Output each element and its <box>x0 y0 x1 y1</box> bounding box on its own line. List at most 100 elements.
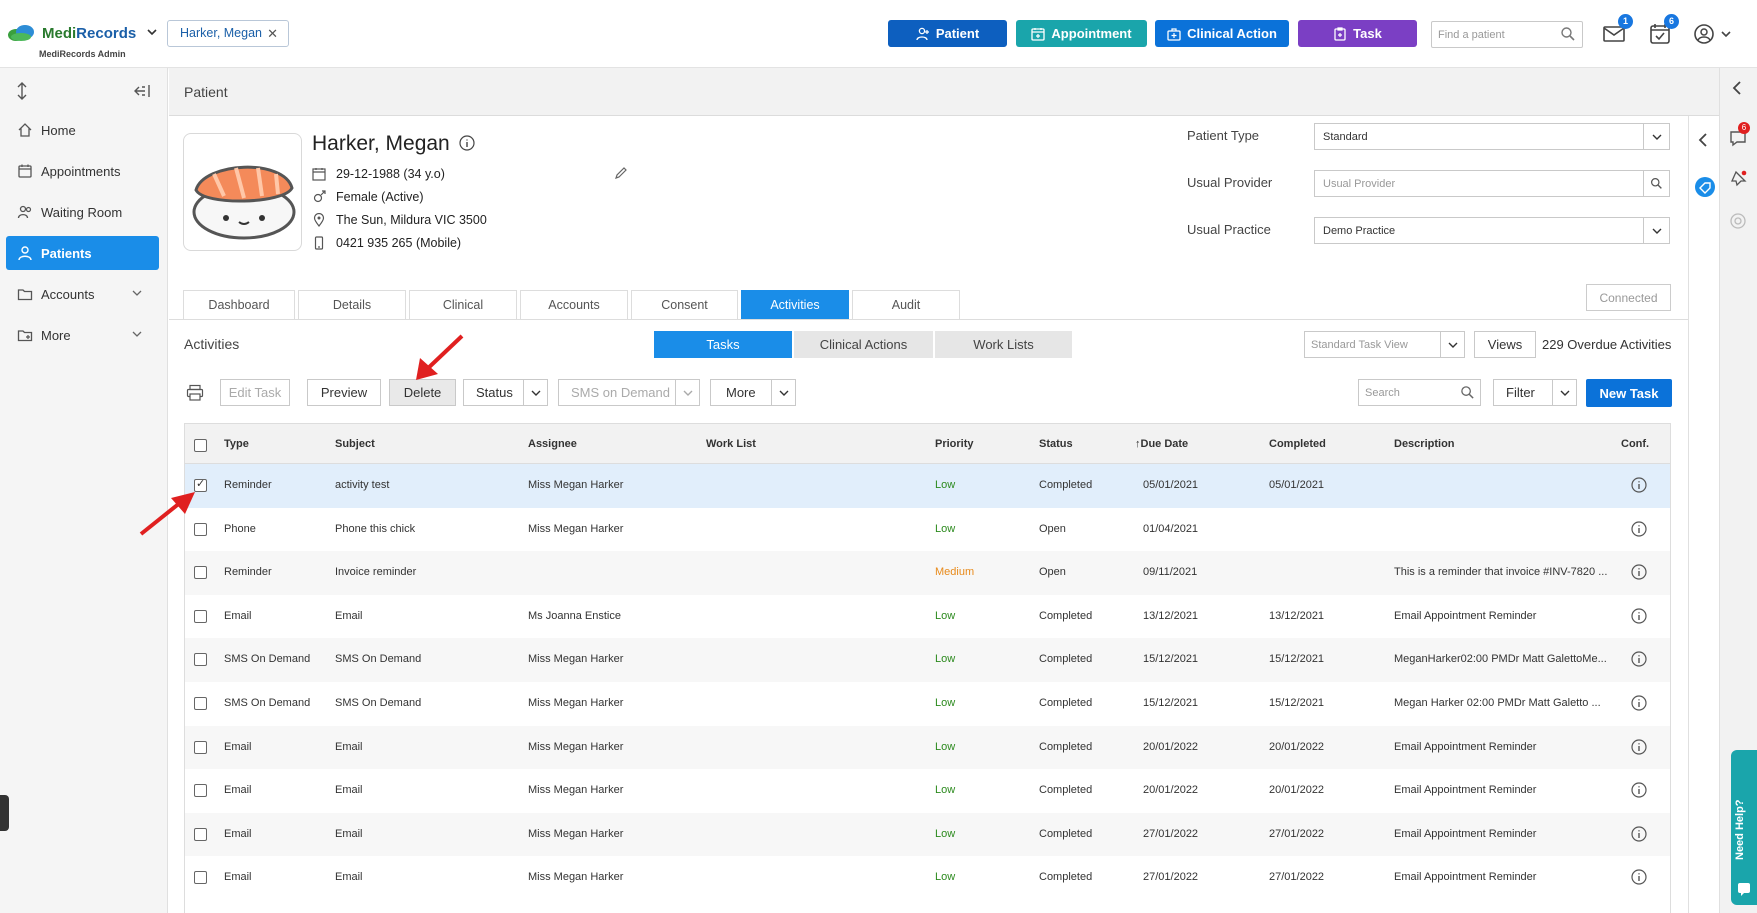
table-row[interactable]: Phone Phone this chick Miss Megan Harker Lo… <box>185 508 1670 552</box>
sidebar-item-accounts[interactable]: Accounts <box>6 277 159 311</box>
tag-icon[interactable] <box>1694 176 1716 198</box>
tab-activities[interactable]: Activities <box>741 290 849 319</box>
open-patient-chip[interactable]: Harker, Megan ✕ <box>167 20 289 47</box>
column-header-description[interactable]: Description <box>1394 438 1455 450</box>
table-row[interactable]: SMS On Demand SMS On Demand Miss Megan Har… <box>185 638 1670 682</box>
new-appointment-button[interactable]: Appointment <box>1016 20 1147 47</box>
usual-provider-input[interactable]: Usual Provider <box>1314 170 1670 197</box>
tab-clinical[interactable]: Clinical <box>409 290 517 319</box>
column-header-assignee[interactable]: Assignee <box>528 438 577 450</box>
usual-practice-select[interactable]: Demo Practice <box>1314 217 1670 244</box>
search-icon[interactable] <box>1460 385 1475 400</box>
user-menu-button[interactable] <box>1692 22 1732 46</box>
messages-button[interactable]: 1 <box>1601 14 1633 46</box>
table-row[interactable]: Email Email Miss Megan Harker Low Completed 2… <box>185 856 1670 900</box>
new-clinical-action-button[interactable]: Clinical Action <box>1155 20 1289 47</box>
expand-vertical-icon[interactable] <box>15 82 29 100</box>
tab-audit[interactable]: Audit <box>852 290 960 319</box>
info-icon[interactable] <box>1631 477 1647 493</box>
table-row[interactable]: Email Email Miss Megan Harker Low Completed 2… <box>185 725 1670 770</box>
left-edge-tab[interactable] <box>0 795 9 831</box>
info-icon[interactable] <box>1631 608 1647 624</box>
info-icon[interactable] <box>1631 651 1647 667</box>
chevron-left-icon[interactable] <box>1696 132 1710 148</box>
task-search-input[interactable]: Search <box>1358 379 1481 406</box>
column-header-priority[interactable]: Priority <box>935 438 974 450</box>
tab-accounts[interactable]: Accounts <box>520 290 628 319</box>
info-icon[interactable] <box>1631 738 1647 755</box>
row-checkbox[interactable] <box>194 740 207 754</box>
info-icon[interactable] <box>1631 826 1647 842</box>
new-task-button[interactable]: New Task <box>1586 379 1672 407</box>
filter-dropdown[interactable]: Filter <box>1493 379 1577 406</box>
info-icon[interactable] <box>1631 782 1647 798</box>
segment-work-lists[interactable]: Work Lists <box>935 331 1074 358</box>
chevron-down-icon[interactable] <box>1440 332 1464 357</box>
collapse-sidebar-icon[interactable] <box>134 84 150 98</box>
chevron-left-icon[interactable] <box>1730 80 1744 96</box>
sidebar-item-appointments[interactable]: Appointments <box>6 154 159 188</box>
print-icon[interactable] <box>186 384 204 402</box>
info-icon[interactable] <box>1631 869 1647 885</box>
edit-pen-icon[interactable] <box>614 166 628 180</box>
info-icon[interactable] <box>1631 520 1647 537</box>
chevron-down-icon[interactable] <box>1643 218 1669 243</box>
segment-clinical-actions[interactable]: Clinical Actions <box>794 331 935 358</box>
search-icon[interactable] <box>1560 26 1576 42</box>
row-checkbox[interactable] <box>194 827 207 841</box>
table-row[interactable]: Email Email Ms Joanna Enstice Low Completed 1… <box>185 595 1670 639</box>
row-checkbox[interactable] <box>194 522 207 536</box>
sidebar-item-patients[interactable]: Patients <box>6 236 159 270</box>
delete-button[interactable]: Delete <box>389 379 456 406</box>
info-icon[interactable] <box>1631 564 1647 580</box>
column-header-work-list[interactable]: Work List <box>706 438 756 450</box>
sidebar-item-waiting-room[interactable]: Waiting Room <box>6 195 159 229</box>
patient-type-select[interactable]: Standard <box>1314 123 1670 150</box>
info-icon[interactable] <box>458 135 475 151</box>
close-icon[interactable]: ✕ <box>267 26 278 42</box>
table-row[interactable]: Reminder Invoice reminder Medium Open 09/11/… <box>185 551 1670 595</box>
app-logo[interactable]: MediRecords MediRecords Admin <box>6 22 158 62</box>
status-dropdown[interactable]: Status <box>463 379 548 406</box>
sms-on-demand-dropdown[interactable]: SMS on Demand <box>558 379 700 406</box>
pin-button[interactable] <box>1729 170 1749 190</box>
row-checkbox[interactable] <box>194 697 207 710</box>
row-checkbox[interactable] <box>194 653 207 667</box>
row-checkbox[interactable] <box>194 871 207 885</box>
more-dropdown[interactable]: More <box>710 379 796 406</box>
row-checkbox[interactable] <box>194 784 207 798</box>
column-header-conf[interactable]: Conf. <box>1621 438 1649 450</box>
column-header-subject[interactable]: Subject <box>335 438 375 450</box>
task-view-select[interactable]: Standard Task View <box>1304 331 1465 358</box>
new-patient-button[interactable]: Patient <box>888 20 1007 47</box>
chevron-down-icon[interactable] <box>146 26 158 38</box>
table-row[interactable]: SMS On Demand SMS On Demand Miss Megan Har… <box>185 682 1670 726</box>
patient-avatar[interactable] <box>183 133 302 251</box>
sidebar-item-home[interactable]: Home <box>6 113 159 147</box>
table-row[interactable]: Reminder activity test Miss Megan Harker Lo… <box>185 464 1670 508</box>
views-button[interactable]: Views <box>1474 331 1536 358</box>
new-task-top-button[interactable]: Task <box>1298 20 1417 47</box>
column-header-status[interactable]: Status <box>1039 438 1073 450</box>
search-icon[interactable] <box>1643 171 1669 196</box>
info-icon[interactable] <box>1631 695 1647 711</box>
tab-details[interactable]: Details <box>298 290 406 319</box>
find-patient-input[interactable]: Find a patient <box>1431 21 1583 48</box>
table-row[interactable]: Email Email Miss Megan Harker Low Completed 2… <box>185 812 1670 857</box>
chat-button[interactable]: 6 <box>1728 122 1750 150</box>
column-header-type[interactable]: Type <box>224 438 249 450</box>
tasks-inbox-button[interactable]: 6 <box>1647 14 1679 46</box>
tab-dashboard[interactable]: Dashboard <box>183 290 295 319</box>
at-sign-icon[interactable] <box>1729 212 1747 230</box>
sidebar-item-more[interactable]: More <box>6 318 159 352</box>
select-all-checkbox[interactable] <box>194 439 207 452</box>
table-row[interactable]: Email Email Miss Megan Harker Low Completed 2… <box>185 769 1670 813</box>
chevron-down-icon[interactable] <box>771 380 795 405</box>
chevron-down-icon[interactable] <box>523 380 547 405</box>
chevron-down-icon[interactable] <box>1552 380 1576 405</box>
column-header-due-date[interactable]: ↑Due Date <box>1135 438 1188 450</box>
chevron-down-icon[interactable] <box>675 380 699 405</box>
edit-task-button[interactable]: Edit Task <box>220 379 290 406</box>
preview-button[interactable]: Preview <box>307 379 381 406</box>
segment-tasks[interactable]: Tasks <box>654 331 794 358</box>
